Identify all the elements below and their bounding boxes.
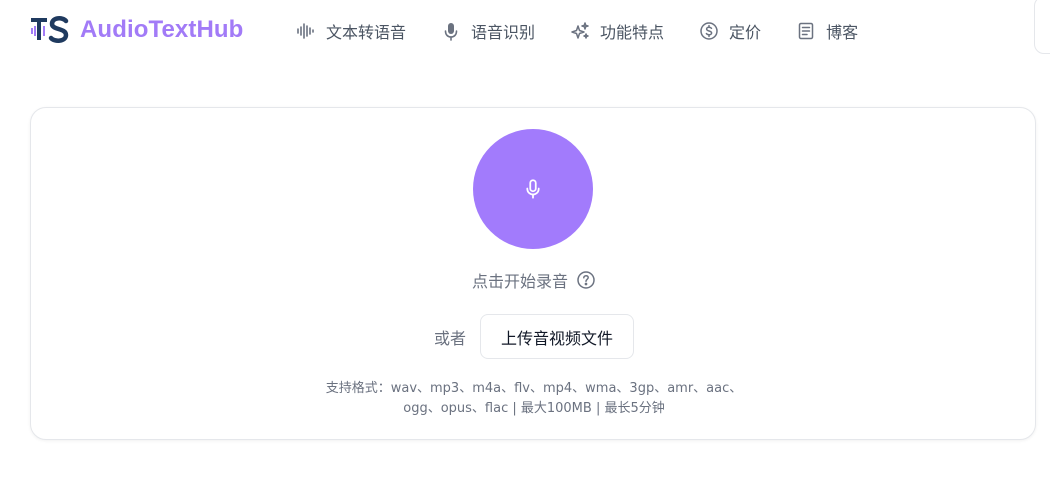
dollar-circle-icon <box>700 22 718 40</box>
microphone-icon <box>526 179 540 199</box>
sparkles-icon <box>571 22 589 39</box>
nav-item-label: 功能特点 <box>600 23 665 42</box>
top-navigation-bar: AudioTextHub 文本转语音 语音识别 功能特点 定价 博客 <box>0 0 1050 62</box>
nav-item-pricing[interactable]: 定价 <box>699 19 761 43</box>
question-circle-icon[interactable] <box>576 270 596 290</box>
recorder-card: 点击开始录音 或者 上传音视频文件 支持格式：wav、mp3、m4a、flv、m… <box>30 107 1036 440</box>
main-nav: 文本转语音 语音识别 功能特点 定价 博客 <box>296 17 893 45</box>
brand-name: AudioTextHub <box>80 16 244 43</box>
brand-logo-mark <box>31 16 69 43</box>
document-icon <box>798 22 814 40</box>
record-hint-text: 点击开始录音 <box>471 272 568 291</box>
record-hint: 点击开始录音 <box>31 268 1037 292</box>
or-label: 或者 <box>433 328 466 348</box>
nav-item-label: 语音识别 <box>471 23 536 42</box>
supported-formats-note: 支持格式：wav、mp3、m4a、flv、mp4、wma、3gp、amr、aac… <box>31 379 1037 419</box>
nav-item-blog[interactable]: 博客 <box>796 19 858 43</box>
microphone-icon <box>444 23 458 41</box>
nav-item-label: 博客 <box>826 23 859 42</box>
formats-line-1: 支持格式：wav、mp3、m4a、flv、mp4、wma、3gp、amr、aac… <box>325 381 743 396</box>
nav-item-features[interactable]: 功能特点 <box>570 19 664 43</box>
upload-row: 或者 上传音视频文件 <box>31 314 1037 359</box>
sound-wave-icon <box>297 23 314 39</box>
nav-item-label: 文本转语音 <box>326 23 407 42</box>
brand-logo[interactable]: AudioTextHub <box>30 14 243 46</box>
start-recording-button[interactable] <box>473 129 593 249</box>
nav-item-speech-recognition[interactable]: 语音识别 <box>441 19 535 43</box>
header-action-button[interactable] <box>1034 0 1050 54</box>
nav-item-text-to-speech[interactable]: 文本转语音 <box>296 19 406 43</box>
formats-line-2: ogg、opus、flac | 最大100MB | 最长5分钟 <box>403 401 665 416</box>
upload-file-button[interactable]: 上传音视频文件 <box>480 314 635 359</box>
nav-item-label: 定价 <box>729 23 762 42</box>
